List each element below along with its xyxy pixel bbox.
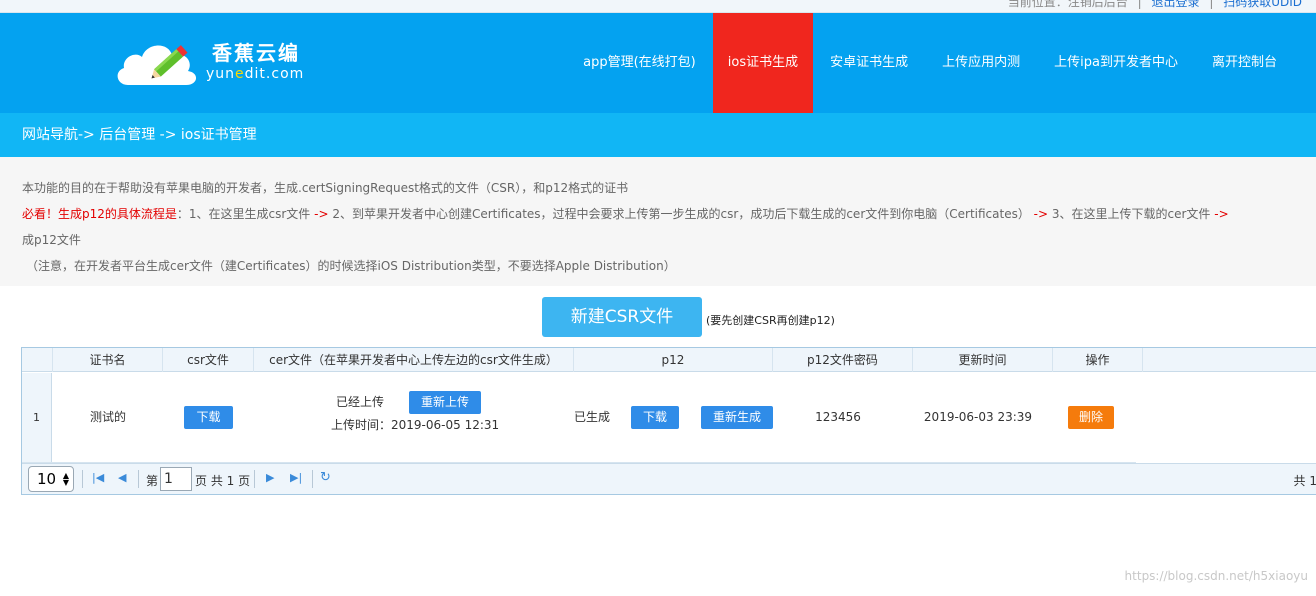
prev-page-icon[interactable]: ◀ (118, 471, 126, 484)
info-line-3: 成p12文件 (22, 233, 81, 247)
csr-hint: (要先创建CSR再创建p12) (706, 314, 835, 327)
top-links: 当前位置：注销后后台 | 退出登录 | 扫码获取UDID (1002, 0, 1302, 10)
info-line-2: 必看！生成p12的具体流程是：1、在这里生成csr文件 -> 2、到苹果开发者中… (22, 207, 1229, 221)
header-password: p12文件密码 (773, 348, 913, 372)
page-input[interactable]: 1 (160, 467, 192, 491)
cer-status: 已经上传 (336, 395, 385, 409)
refresh-icon[interactable]: ↻ (320, 470, 331, 485)
total-count: 共 1 (1293, 474, 1316, 488)
top-strip: 当前位置：注销后后台 | 退出登录 | 扫码获取UDID (0, 0, 1316, 13)
info-panel: 本功能的目的在于帮助没有苹果电脑的开发者，生成.certSigningReque… (0, 157, 1316, 286)
main-nav: app管理(在线打包) ios证书生成 安卓证书生成 上传应用内测 上传ipa到… (566, 13, 1294, 113)
header-cer: cer文件（在苹果开发者中心上传左边的csr文件生成） (254, 348, 574, 372)
new-csr-button[interactable]: 新建CSR文件 (542, 297, 702, 337)
logo-en: yunedit.com (206, 66, 305, 82)
table-row: 1 测试的 下载 已经上传 重新上传 上传时间：2019-06-05 12:31… (22, 373, 1136, 462)
nav-ios-cert[interactable]: ios证书生成 (712, 13, 814, 113)
header: 香蕉云编 yunedit.com app管理(在线打包) ios证书生成 安卓证… (0, 13, 1316, 113)
current-location: 当前位置：注销后后台 (1007, 0, 1128, 9)
page-size-select[interactable]: 10 ▲ ▼ (28, 466, 74, 492)
cert-name: 测试的 (89, 410, 126, 424)
p12-password: 123456 (815, 410, 861, 424)
delete-button[interactable]: 删除 (1067, 406, 1114, 429)
info-line-1: 本功能的目的在于帮助没有苹果电脑的开发者，生成.certSigningReque… (22, 181, 629, 195)
header-csr: csr文件 (163, 348, 254, 372)
info-note: （注意，在开发者平台生成cer文件（建Certificates）的时候选择iOS… (26, 259, 676, 273)
header-updated: 更新时间 (913, 348, 1053, 372)
logo-cn: 香蕉云编 (212, 41, 300, 65)
p12-status: 已生成 (574, 410, 611, 424)
nav-app-manage[interactable]: app管理(在线打包) (566, 13, 713, 113)
header-name: 证书名 (53, 348, 163, 372)
pagination: 10 ▲ ▼ |◀ ◀ 第 1 页 共 1 页 ▶ ▶| ↻ 共 1 (22, 463, 1316, 494)
udid-link[interactable]: 扫码获取UDID (1223, 0, 1302, 9)
cloud-pencil-icon (117, 45, 197, 85)
first-page-icon[interactable]: |◀ (92, 471, 104, 484)
header-rownum (22, 348, 53, 372)
cer-reupload-button[interactable]: 重新上传 (409, 391, 482, 414)
next-page-icon[interactable]: ▶ (266, 471, 274, 484)
last-page-icon[interactable]: ▶| (290, 471, 302, 484)
p12-download-button[interactable]: 下载 (631, 406, 680, 429)
nav-leave-console[interactable]: 离开控制台 (1195, 13, 1294, 113)
cer-upload-time: 上传时间：2019-06-05 12:31 (331, 418, 500, 432)
row-number: 1 (22, 373, 52, 462)
p12-regenerate-button[interactable]: 重新生成 (701, 406, 773, 429)
header-p12: p12 (574, 348, 773, 372)
page-label: 第 (146, 474, 159, 488)
logo[interactable]: 香蕉云编 yunedit.com (114, 35, 314, 91)
nav-android-cert[interactable]: 安卓证书生成 (813, 13, 925, 113)
watermark: https://blog.csdn.net/h5xiaoyu (1124, 569, 1308, 583)
nav-upload-ipa[interactable]: 上传ipa到开发者中心 (1037, 13, 1195, 113)
nav-upload-test[interactable]: 上传应用内测 (925, 13, 1037, 113)
header-actions: 操作 (1053, 348, 1143, 372)
breadcrumb: 网站导航-> 后台管理 -> ios证书管理 (0, 113, 1316, 157)
csr-download-button[interactable]: 下载 (184, 406, 233, 429)
page-of: 页 共 1 页 (195, 474, 251, 488)
table-header: 证书名 csr文件 cer文件（在苹果开发者中心上传左边的csr文件生成） p1… (22, 348, 1316, 372)
updated-time: 2019-06-03 23:39 (923, 410, 1033, 424)
logout-link[interactable]: 退出登录 (1151, 0, 1199, 9)
updown-arrow-icon: ▲ ▼ (62, 471, 69, 487)
cert-table: 证书名 csr文件 cer文件（在苹果开发者中心上传左边的csr文件生成） p1… (21, 347, 1316, 495)
